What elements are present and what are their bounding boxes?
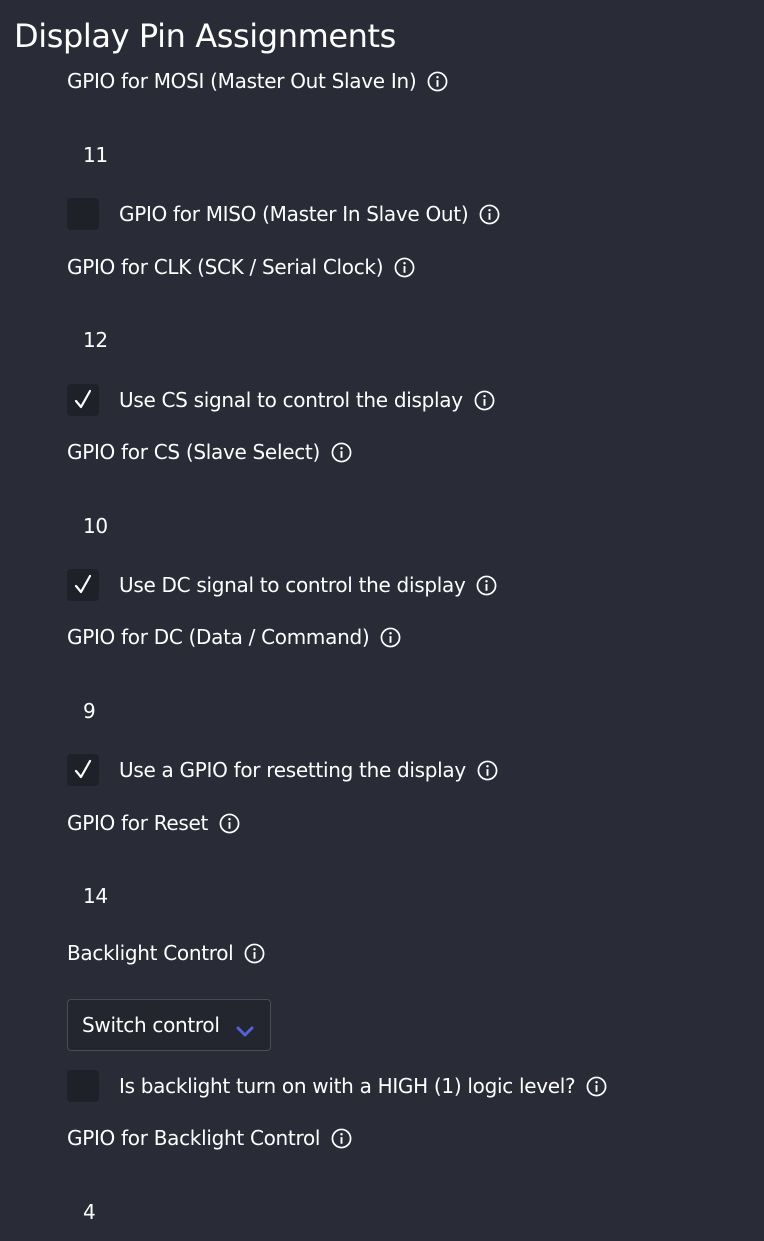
info-icon[interactable] <box>586 1076 607 1097</box>
reset-gpio-input[interactable] <box>67 879 267 913</box>
cs-label: GPIO for CS (Slave Select) <box>67 440 320 464</box>
backlight-control-label: Backlight Control <box>67 941 234 965</box>
use-reset-checkbox-row: Use a GPIO for resetting the display <box>67 754 498 786</box>
info-icon[interactable] <box>474 390 495 411</box>
info-icon[interactable] <box>477 760 498 781</box>
info-icon[interactable] <box>331 1128 352 1149</box>
info-icon[interactable] <box>479 204 500 225</box>
use-cs-label: Use CS signal to control the display <box>119 388 463 412</box>
backlight-high-label: Is backlight turn on with a HIGH (1) log… <box>119 1074 576 1098</box>
mosi-label: GPIO for MOSI (Master Out Slave In) <box>67 69 417 93</box>
use-dc-label: Use DC signal to control the display <box>119 573 466 597</box>
info-icon[interactable] <box>219 813 240 834</box>
backlight-control-select[interactable]: Switch control <box>67 999 271 1051</box>
info-icon[interactable] <box>394 257 415 278</box>
checkmark-icon <box>71 573 95 597</box>
info-icon[interactable] <box>244 943 265 964</box>
use-dc-checkbox[interactable] <box>67 569 99 601</box>
use-dc-checkbox-row: Use DC signal to control the display <box>67 569 497 601</box>
backlight-control-label-row: Backlight Control <box>67 937 265 969</box>
reset-label-row: GPIO for Reset <box>67 807 240 839</box>
clk-label: GPIO for CLK (SCK / Serial Clock) <box>67 255 384 279</box>
miso-checkbox[interactable] <box>67 198 99 230</box>
display-pin-assignments-panel: Display Pin Assignments GPIO for MOSI (M… <box>0 0 764 1241</box>
reset-label: GPIO for Reset <box>67 811 209 835</box>
miso-checkbox-row: GPIO for MISO (Master In Slave Out) <box>67 198 500 230</box>
clk-gpio-input[interactable] <box>67 323 267 357</box>
mosi-gpio-input[interactable] <box>67 138 267 172</box>
clk-label-row: GPIO for CLK (SCK / Serial Clock) <box>67 251 415 283</box>
info-icon[interactable] <box>427 71 448 92</box>
use-cs-checkbox-row: Use CS signal to control the display <box>67 384 495 416</box>
backlight-control-selected-value: Switch control <box>82 1013 220 1037</box>
use-cs-checkbox[interactable] <box>67 384 99 416</box>
use-reset-label: Use a GPIO for resetting the display <box>119 758 466 782</box>
cs-label-row: GPIO for CS (Slave Select) <box>67 436 352 468</box>
mosi-label-row: GPIO for MOSI (Master Out Slave In) <box>67 65 448 97</box>
info-icon[interactable] <box>331 442 352 463</box>
dc-label-row: GPIO for DC (Data / Command) <box>67 621 401 653</box>
dc-label: GPIO for DC (Data / Command) <box>67 625 370 649</box>
cs-gpio-input[interactable] <box>67 509 267 543</box>
backlight-gpio-label-row: GPIO for Backlight Control <box>67 1122 352 1154</box>
use-reset-checkbox[interactable] <box>67 754 99 786</box>
info-icon[interactable] <box>476 575 497 596</box>
info-icon[interactable] <box>380 627 401 648</box>
chevron-down-icon <box>236 1019 254 1037</box>
checkmark-icon <box>71 388 95 412</box>
checkmark-icon <box>71 758 95 782</box>
page-title: Display Pin Assignments <box>14 17 396 55</box>
miso-label: GPIO for MISO (Master In Slave Out) <box>119 202 469 226</box>
backlight-high-checkbox[interactable] <box>67 1070 99 1102</box>
backlight-gpio-label: GPIO for Backlight Control <box>67 1126 321 1150</box>
backlight-high-checkbox-row: Is backlight turn on with a HIGH (1) log… <box>67 1070 607 1102</box>
backlight-gpio-input[interactable] <box>67 1195 267 1229</box>
dc-gpio-input[interactable] <box>67 694 267 728</box>
